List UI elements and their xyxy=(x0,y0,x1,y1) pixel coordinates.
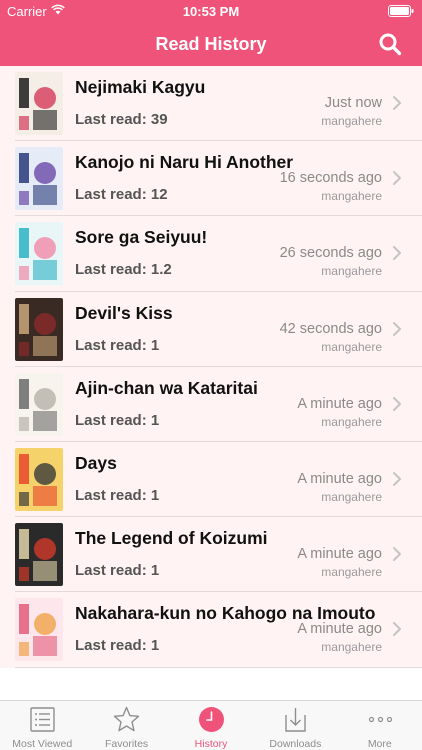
source-label: mangahere xyxy=(321,640,382,655)
list-icon xyxy=(30,707,55,732)
clock-icon xyxy=(198,707,224,732)
source-label: mangahere xyxy=(321,264,382,279)
star-icon xyxy=(114,706,140,732)
source-label: mangahere xyxy=(321,565,382,580)
tab-label: Favorites xyxy=(104,738,149,750)
source-label: mangahere xyxy=(321,114,382,128)
source-label: mangahere xyxy=(321,189,382,204)
tab-favorites[interactable]: Favorites xyxy=(84,701,168,750)
cover-thumbnail xyxy=(15,447,63,511)
manga-title: Days xyxy=(75,452,117,473)
read-timestamp: 26 seconds ago xyxy=(279,245,382,262)
read-timestamp: A minute ago xyxy=(297,395,382,412)
tab-label: Downloads xyxy=(269,738,322,750)
list-item[interactable]: Devil's Kiss Last read: 1 42 seconds ago… xyxy=(0,291,422,367)
source-label: mangahere xyxy=(321,339,382,354)
manga-title: Ajin-chan wa Kataritai xyxy=(75,377,258,398)
tab-more[interactable]: More xyxy=(338,701,422,750)
list-item[interactable]: Nakahara-kun no Kahogo na Imouto Last re… xyxy=(0,592,422,668)
manga-title: Kanojo ni Naru Hi Another xyxy=(75,152,294,173)
chevron-right-icon xyxy=(393,171,401,186)
history-list: Nejimaki Kagyu Last read: 39 Just now ma… xyxy=(0,66,422,668)
tab-label: Most Viewed xyxy=(12,738,73,750)
search-icon[interactable] xyxy=(378,32,402,56)
chevron-right-icon xyxy=(393,396,401,411)
chevron-right-icon xyxy=(393,471,401,486)
list-item[interactable]: The Legend of Koizumi Last read: 1 A min… xyxy=(0,517,422,593)
chevron-right-icon xyxy=(393,622,401,637)
list-item[interactable]: Kanojo ni Naru Hi Another Last read: 12 … xyxy=(0,141,422,217)
cover-thumbnail xyxy=(15,372,63,436)
manga-title: Devil's Kiss xyxy=(75,302,173,323)
download-icon xyxy=(285,708,306,732)
cover-thumbnail xyxy=(15,147,63,211)
manga-title: The Legend of Koizumi xyxy=(75,528,268,549)
last-read-chapter: Last read: 1.2 xyxy=(75,261,172,279)
clock-time: 10:53 PM xyxy=(182,4,240,19)
status-bar: Carrier 10:53 PM xyxy=(0,0,422,22)
list-item[interactable]: Ajin-chan wa Kataritai Last read: 1 A mi… xyxy=(0,366,422,443)
cover-thumbnail xyxy=(15,72,63,135)
source-label: mangahere xyxy=(321,489,382,504)
list-item[interactable]: Sore ga Seiyuu! Last read: 1.2 26 second… xyxy=(0,216,422,292)
chevron-right-icon xyxy=(393,321,401,336)
list-item[interactable]: Nejimaki Kagyu Last read: 39 Just now ma… xyxy=(0,66,422,142)
tab-label: More xyxy=(367,738,392,750)
tab-history[interactable]: History xyxy=(169,701,253,750)
read-timestamp: 16 seconds ago xyxy=(279,170,382,187)
cover-thumbnail xyxy=(15,523,63,587)
last-read-chapter: Last read: 1 xyxy=(75,411,160,429)
navigation-bar: Carrier 10:53 PM Read History xyxy=(0,0,422,66)
source-label: mangahere xyxy=(321,414,382,429)
read-timestamp: A minute ago xyxy=(297,470,382,487)
manga-title: Nejimaki Kagyu xyxy=(75,77,206,97)
tab-bar: Most Viewed Favorites History Downloads More xyxy=(0,700,422,750)
tab-downloads[interactable]: Downloads xyxy=(253,701,337,750)
read-timestamp: A minute ago xyxy=(297,546,382,563)
read-timestamp: 42 seconds ago xyxy=(279,320,382,337)
tab-most-viewed[interactable]: Most Viewed xyxy=(0,701,84,750)
cover-thumbnail xyxy=(15,222,63,286)
last-read-chapter: Last read: 12 xyxy=(75,186,168,204)
more-icon xyxy=(368,716,392,723)
last-read-chapter: Last read: 39 xyxy=(75,111,168,128)
last-read-chapter: Last read: 1 xyxy=(75,637,160,655)
list-item[interactable]: Days Last read: 1 A minute ago mangahere xyxy=(0,441,422,518)
cover-thumbnail xyxy=(15,297,63,361)
battery-icon xyxy=(388,5,414,17)
chevron-right-icon xyxy=(393,547,401,562)
cover-thumbnail xyxy=(15,598,63,662)
page-title: Read History xyxy=(155,34,267,54)
read-timestamp: Just now xyxy=(324,95,382,111)
tab-label: History xyxy=(194,738,228,750)
last-read-chapter: Last read: 1 xyxy=(75,336,160,354)
last-read-chapter: Last read: 1 xyxy=(75,486,160,504)
read-timestamp: A minute ago xyxy=(297,621,382,638)
last-read-chapter: Last read: 1 xyxy=(75,562,160,580)
chevron-right-icon xyxy=(393,246,401,261)
chevron-right-icon xyxy=(393,96,401,110)
manga-title: Sore ga Seiyuu! xyxy=(75,227,208,248)
